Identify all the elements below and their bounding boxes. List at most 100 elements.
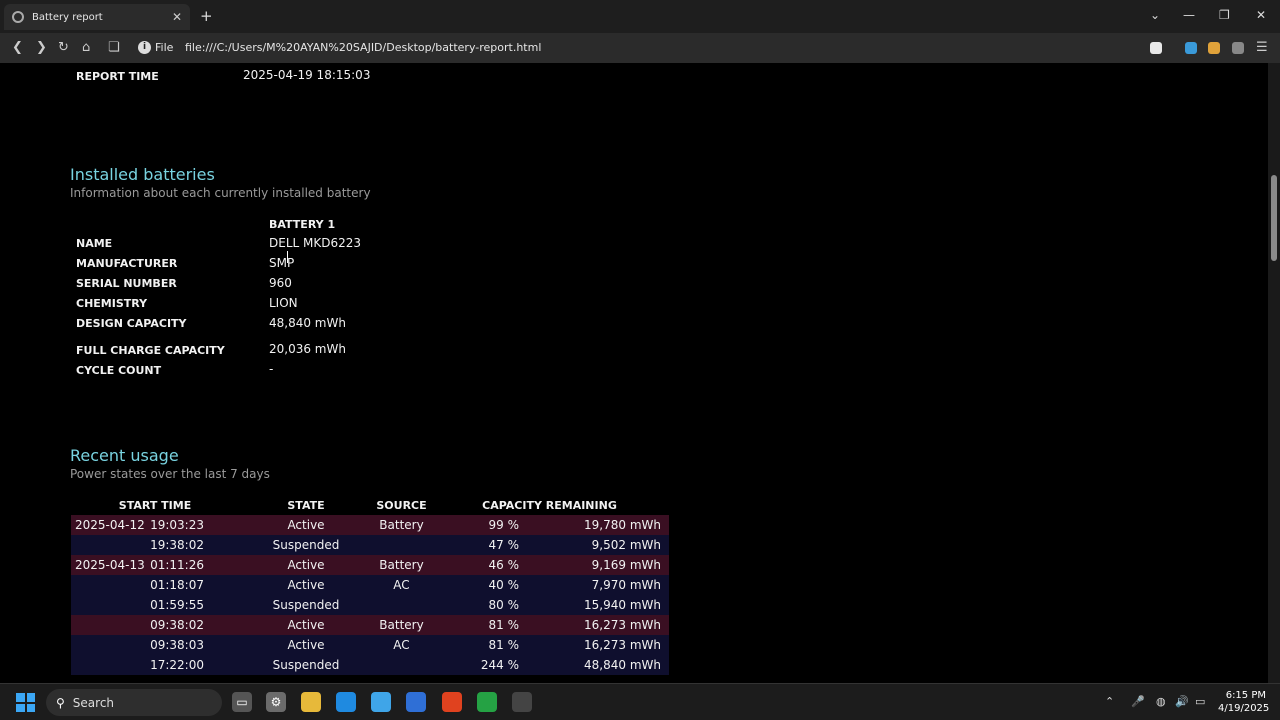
table-row: 09:38:03 Active AC 81 % 16,273 mWh xyxy=(71,635,669,655)
name-label: NAME xyxy=(76,237,113,250)
settings-gear-icon[interactable]: ⚙ xyxy=(266,692,286,712)
start-time-cell: 2025-04-12 19:03:23 xyxy=(71,515,239,535)
taskbar-clock[interactable]: 6:15 PM 4/19/2025 xyxy=(1218,689,1270,715)
time-cell: 09:38:02 xyxy=(150,618,204,632)
new-tab-button[interactable]: + xyxy=(200,7,213,25)
shield-icon[interactable] xyxy=(1150,42,1162,54)
source-cell xyxy=(373,595,430,615)
source-cell: Battery xyxy=(373,555,430,575)
tray-overflow-chevron-icon[interactable]: ⌃ xyxy=(1105,695,1114,708)
extension-icon-2[interactable] xyxy=(1208,42,1220,54)
capacity-percent-cell: 40 % xyxy=(430,575,527,595)
language-globe-icon[interactable]: ◍ xyxy=(1156,695,1166,708)
windows-taskbar: ⚲ Search ▭ ⚙ ⌃ 🎤 ◍ 🔊 ▭ 6:15 PM 4/19/2025 xyxy=(0,683,1280,720)
whatsapp-icon[interactable] xyxy=(477,692,497,712)
clock-time: 6:15 PM xyxy=(1225,690,1266,701)
table-row: 17:22:00 Suspended 244 % 48,840 mWh xyxy=(71,655,669,675)
battery-icon[interactable]: ▭ xyxy=(1195,695,1205,708)
volume-icon[interactable]: 🔊 xyxy=(1175,695,1189,708)
capacity-mwh-cell: 9,169 mWh xyxy=(527,555,669,575)
store-icon[interactable] xyxy=(406,692,426,712)
state-cell: Suspended xyxy=(239,655,373,675)
time-cell: 19:38:02 xyxy=(150,538,204,552)
cycle-count-label: CYCLE COUNT xyxy=(76,364,162,377)
design-capacity-value: 48,840 mWh xyxy=(269,316,346,330)
menu-icon[interactable]: ☰ xyxy=(1256,40,1268,55)
start-time-header: START TIME xyxy=(118,498,192,512)
table-row: 19:38:02 Suspended 47 % 9,502 mWh xyxy=(71,535,669,555)
state-cell: Active xyxy=(239,635,373,655)
start-time-cell: 19:38:02 xyxy=(71,535,239,555)
chemistry-value: LION xyxy=(269,296,298,310)
start-time-cell: 01:18:07 xyxy=(71,575,239,595)
table-row: 09:38:02 Active Battery 81 % 16,273 mWh xyxy=(71,615,669,635)
windows-start-icon[interactable] xyxy=(16,693,35,712)
back-icon[interactable]: ❮ xyxy=(12,40,23,55)
source-cell: Battery xyxy=(373,515,430,535)
close-tab-icon[interactable]: ✕ xyxy=(172,10,182,24)
source-cell: Battery xyxy=(373,615,430,635)
manufacturer-label: MANUFACTURER xyxy=(76,257,178,270)
home-icon[interactable]: ⌂ xyxy=(82,40,90,55)
recent-usage-title: Recent usage xyxy=(70,446,179,465)
capacity-percent-cell: 81 % xyxy=(430,635,527,655)
start-time-cell: 2025-04-13 01:11:26 xyxy=(71,555,239,575)
table-row: 01:18:07 Active AC 40 % 7,970 mWh xyxy=(71,575,669,595)
minimize-icon[interactable]: — xyxy=(1183,8,1195,22)
table-header-row: START TIME STATE SOURCE CAPACITY REMAINI… xyxy=(71,495,669,515)
capacity-percent-cell: 81 % xyxy=(430,615,527,635)
design-capacity-label: DESIGN CAPACITY xyxy=(76,317,187,330)
text-cursor-icon xyxy=(287,251,288,263)
table-row: 2025-04-13 01:11:26 Active Battery 46 % 9… xyxy=(71,555,669,575)
file-explorer-icon[interactable] xyxy=(301,692,321,712)
taskbar-search-box[interactable]: ⚲ Search xyxy=(46,689,222,716)
source-header: SOURCE xyxy=(376,498,427,512)
capacity-mwh-cell: 9,502 mWh xyxy=(527,535,669,555)
state-cell: Suspended xyxy=(239,595,373,615)
full-charge-capacity-value: 20,036 mWh xyxy=(269,342,346,356)
capacity-mwh-cell: 7,970 mWh xyxy=(527,575,669,595)
capacity-mwh-cell: 16,273 mWh xyxy=(527,635,669,655)
time-cell: 01:11:26 xyxy=(150,558,204,572)
time-cell: 19:03:23 xyxy=(150,518,204,532)
restore-icon[interactable]: ❐ xyxy=(1219,8,1230,22)
task-view-icon[interactable]: ▭ xyxy=(232,692,252,712)
cycle-count-value: - xyxy=(269,362,274,376)
taskbar-search-label: Search xyxy=(72,695,115,710)
address-bar[interactable]: file:///C:/Users/M%20AYAN%20SAJID/Deskto… xyxy=(185,41,541,54)
reload-icon[interactable]: ↻ xyxy=(58,40,69,55)
recent-usage-subtitle: Power states over the last 7 days xyxy=(70,467,270,481)
scrollbar-thumb[interactable] xyxy=(1271,175,1277,261)
capacity-percent-cell: 244 % xyxy=(430,655,527,675)
microphone-icon[interactable]: 🎤 xyxy=(1131,695,1145,708)
capacity-percent-cell: 46 % xyxy=(430,555,527,575)
installed-batteries-title: Installed batteries xyxy=(70,165,215,184)
clock-date: 4/19/2025 xyxy=(1218,703,1270,714)
state-cell: Active xyxy=(239,555,373,575)
close-window-icon[interactable]: ✕ xyxy=(1256,8,1266,22)
serial-number-label: SERIAL NUMBER xyxy=(76,277,177,290)
browser-tab-bar: Battery report ✕ + ⌄ — ❐ ✕ xyxy=(0,0,1280,33)
table-row: 01:59:55 Suspended 80 % 15,940 mWh xyxy=(71,595,669,615)
name-value: DELL MKD6223 xyxy=(269,236,362,250)
chatgpt-icon[interactable] xyxy=(512,692,532,712)
forward-icon[interactable]: ❯ xyxy=(36,40,47,55)
tab-search-chevron-icon[interactable]: ⌄ xyxy=(1150,8,1160,22)
tab-battery-report[interactable]: Battery report ✕ xyxy=(4,4,190,30)
source-cell: AC xyxy=(373,635,430,655)
extensions-puzzle-icon[interactable] xyxy=(1232,42,1244,54)
report-time-label: REPORT TIME xyxy=(76,70,159,83)
widgets-icon[interactable] xyxy=(371,692,391,712)
url-scheme-label: File xyxy=(155,41,174,54)
search-icon: ⚲ xyxy=(56,695,65,710)
capacity-mwh-cell: 48,840 mWh xyxy=(527,655,669,675)
bookmark-icon[interactable]: ❏ xyxy=(108,40,120,55)
page-scrollbar[interactable] xyxy=(1268,63,1280,683)
capacity-percent-cell: 47 % xyxy=(430,535,527,555)
extension-icon[interactable] xyxy=(1185,42,1197,54)
brave-browser-icon[interactable] xyxy=(442,692,462,712)
state-cell: Active xyxy=(239,515,373,535)
edge-icon[interactable] xyxy=(336,692,356,712)
date-cell: 2025-04-13 xyxy=(75,558,145,572)
info-icon[interactable]: i xyxy=(138,41,151,54)
